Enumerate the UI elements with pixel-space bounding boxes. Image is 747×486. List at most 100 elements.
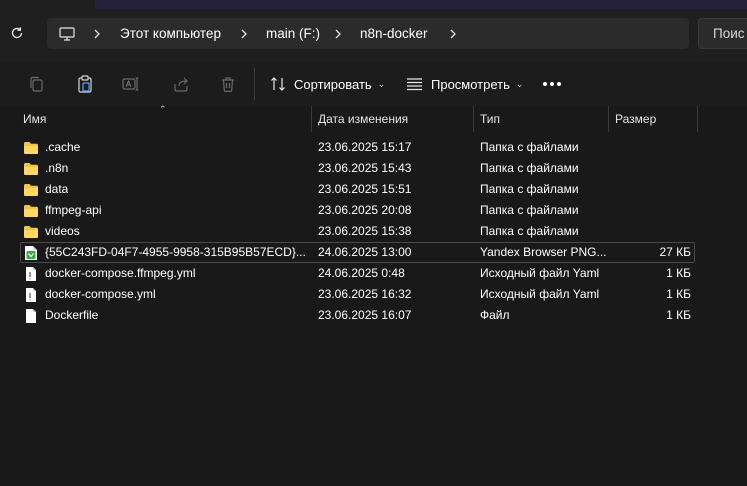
delete-icon[interactable] — [216, 72, 240, 96]
sort-label: Сортировать — [294, 76, 372, 92]
refresh-icon[interactable] — [8, 24, 26, 42]
file-name-cell: data — [23, 180, 311, 199]
chevron-down-icon: ⌄ — [377, 78, 386, 89]
file-name-cell: ffmpeg-api — [23, 201, 311, 220]
file-name: docker-compose.yml — [45, 287, 156, 301]
file-size — [611, 222, 691, 241]
more-options-icon[interactable] — [543, 82, 561, 86]
file-name-cell: docker-compose.ffmpeg.yml — [23, 264, 311, 283]
file-name: docker-compose.ffmpeg.yml — [45, 266, 196, 280]
png-file-icon — [23, 245, 39, 261]
file-icon — [23, 308, 39, 324]
column-header-row: ⌃ Имя Дата изменения Тип Размер — [0, 104, 747, 132]
chevron-right-icon[interactable] — [449, 18, 457, 49]
computer-icon[interactable] — [59, 18, 75, 49]
title-strip — [95, 0, 747, 9]
table-row[interactable]: ffmpeg-api 23.06.2025 20:08 Папка с файл… — [20, 200, 695, 221]
share-icon[interactable] — [169, 72, 193, 96]
file-type: Папка с файлами — [480, 182, 579, 196]
file-type: Yandex Browser PNG... — [480, 245, 607, 259]
file-type: Исходный файл Yaml — [480, 287, 600, 301]
file-name: ffmpeg-api — [45, 203, 102, 217]
yaml-file-icon — [23, 287, 39, 303]
file-date: 24.06.2025 0:48 — [318, 266, 405, 280]
file-name: .n8n — [45, 161, 69, 175]
folder-icon — [23, 182, 39, 198]
file-date: 23.06.2025 16:32 — [318, 287, 412, 301]
file-name: data — [45, 182, 69, 196]
file-type: Папка с файлами — [480, 224, 579, 238]
file-size — [611, 159, 691, 178]
file-date: 23.06.2025 15:17 — [318, 140, 412, 154]
table-row[interactable]: .cache 23.06.2025 15:17 Папка с файлами — [20, 137, 695, 158]
file-size: 27 КБ — [659, 245, 691, 259]
file-name: .cache — [45, 140, 81, 154]
copy-icon[interactable] — [24, 72, 48, 96]
file-name-cell: {55C243FD-04F7-4955-9958-315B95B57ECD}..… — [23, 243, 311, 262]
yaml-file-icon — [23, 266, 39, 282]
file-name-cell: videos — [23, 222, 311, 241]
file-date: 23.06.2025 16:07 — [318, 308, 412, 322]
view-label: Просмотреть — [431, 76, 510, 92]
chevron-right-icon[interactable] — [334, 18, 342, 49]
file-name: {55C243FD-04F7-4955-9958-315B95B57ECD}..… — [45, 245, 306, 259]
file-type: Папка с файлами — [480, 161, 579, 175]
table-row[interactable]: videos 23.06.2025 15:38 Папка с файлами — [20, 221, 695, 242]
file-type: Файл — [480, 308, 510, 322]
toolbar-divider — [254, 68, 255, 100]
column-header-date[interactable]: Дата изменения — [312, 106, 473, 132]
sort-icon — [271, 77, 285, 91]
file-list: ⌃ Имя Дата изменения Тип Размер .cache 2… — [0, 104, 747, 486]
file-name-cell: .cache — [23, 138, 311, 157]
file-name-cell: docker-compose.yml — [23, 285, 311, 304]
folder-icon — [23, 224, 39, 240]
breadcrumb-drive[interactable]: main (F:) — [266, 18, 320, 49]
file-type: Исходный файл Yaml — [480, 266, 600, 280]
file-size — [611, 201, 691, 220]
table-row-selected[interactable]: {55C243FD-04F7-4955-9958-315B95B57ECD}..… — [20, 242, 695, 263]
table-row[interactable]: .n8n 23.06.2025 15:43 Папка с файлами — [20, 158, 695, 179]
file-size: 1 КБ — [666, 308, 691, 322]
address-bar-region: Этот компьютер main (F:) n8n-docker Поис — [0, 0, 747, 62]
file-size — [611, 138, 691, 157]
view-icon — [407, 78, 422, 91]
breadcrumb-this-pc[interactable]: Этот компьютер — [120, 18, 221, 49]
file-type: Папка с файлами — [480, 203, 579, 217]
search-input[interactable]: Поис — [698, 18, 747, 49]
column-header-size[interactable]: Размер — [609, 106, 698, 132]
paste-icon[interactable] — [73, 72, 97, 96]
file-size — [611, 180, 691, 199]
table-row[interactable]: Dockerfile 23.06.2025 16:07 Файл 1 КБ — [20, 305, 695, 326]
folder-icon — [23, 161, 39, 177]
search-placeholder: Поис — [713, 26, 745, 41]
address-bar[interactable]: Этот компьютер main (F:) n8n-docker — [47, 18, 689, 49]
file-name: videos — [45, 224, 80, 238]
file-name-cell: .n8n — [23, 159, 311, 178]
file-size: 1 КБ — [666, 266, 691, 280]
file-name-cell: Dockerfile — [23, 306, 311, 325]
file-date: 23.06.2025 15:38 — [318, 224, 412, 238]
file-name: Dockerfile — [45, 308, 99, 322]
breadcrumb-folder[interactable]: n8n-docker — [360, 18, 428, 49]
folder-icon — [23, 140, 39, 156]
table-row[interactable]: docker-compose.ffmpeg.yml 24.06.2025 0:4… — [20, 263, 695, 284]
file-type: Папка с файлами — [480, 140, 579, 154]
file-date: 23.06.2025 15:51 — [318, 182, 412, 196]
view-button[interactable]: Просмотреть ⌄ — [406, 70, 523, 98]
column-header-type[interactable]: Тип — [474, 106, 608, 132]
chevron-down-icon: ⌄ — [515, 78, 524, 89]
file-date: 23.06.2025 20:08 — [318, 203, 412, 217]
rename-icon[interactable] — [119, 72, 143, 96]
folder-icon — [23, 203, 39, 219]
chevron-right-icon[interactable] — [240, 18, 248, 49]
table-row[interactable]: docker-compose.yml 23.06.2025 16:32 Исхо… — [20, 284, 695, 305]
table-row[interactable]: data 23.06.2025 15:51 Папка с файлами — [20, 179, 695, 200]
sort-button[interactable]: Сортировать ⌄ — [270, 70, 385, 98]
file-date: 23.06.2025 15:43 — [318, 161, 412, 175]
file-date: 24.06.2025 13:00 — [318, 245, 412, 259]
chevron-right-icon[interactable] — [93, 18, 101, 49]
column-header-name[interactable]: Имя — [17, 106, 312, 132]
file-size: 1 КБ — [666, 287, 691, 301]
command-bar: Сортировать ⌄ Просмотреть ⌄ — [0, 62, 747, 106]
column-divider[interactable] — [697, 106, 698, 132]
